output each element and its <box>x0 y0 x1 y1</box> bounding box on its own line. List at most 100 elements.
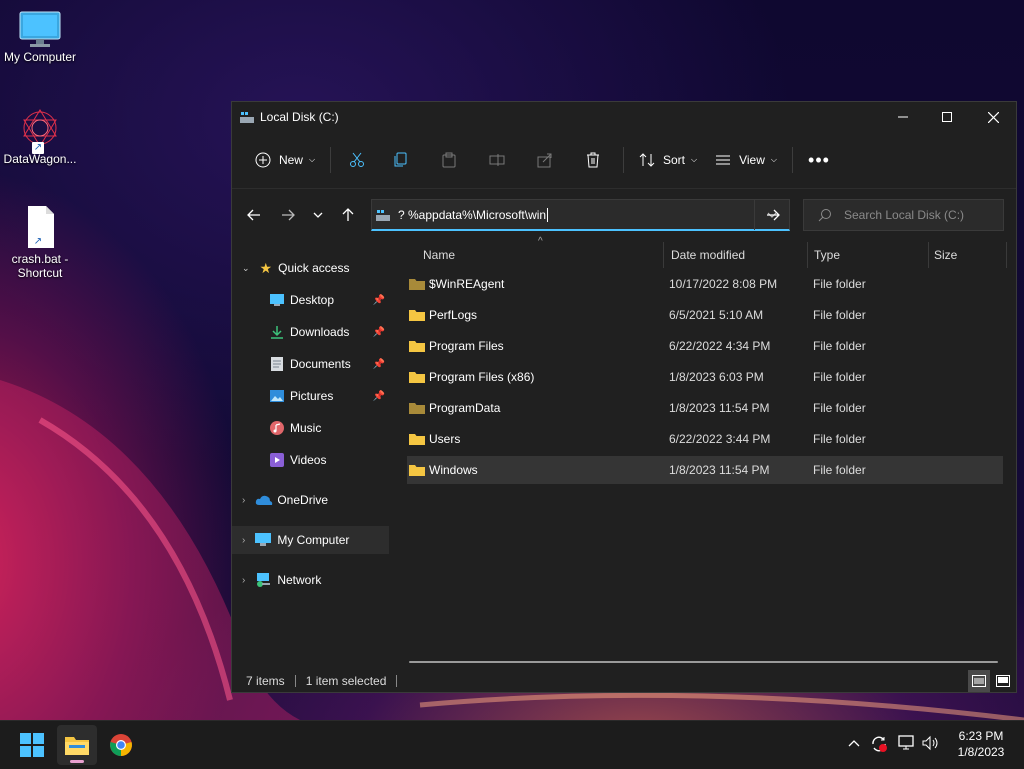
view-button[interactable]: View ⌵ <box>706 144 786 176</box>
pictures-icon <box>270 390 284 402</box>
file-name: $WinREAgent <box>429 277 505 291</box>
file-name-cell: Program Files <box>409 332 659 360</box>
sidebar-item-network[interactable]: › Network <box>232 566 389 594</box>
file-explorer-window: Local Disk (C:) New ⌵ Sort ⌵ View ⌵ ••• … <box>231 101 1017 693</box>
go-button[interactable] <box>757 199 789 231</box>
forward-button[interactable] <box>274 199 302 231</box>
show-hidden-icons-button[interactable] <box>846 735 862 751</box>
file-row[interactable]: PerfLogs 6/5/2021 5:10 AM File folder <box>407 301 1003 329</box>
drive-icon <box>240 112 254 123</box>
sidebar-item-music[interactable]: Music <box>232 414 389 442</box>
sort-icon <box>639 153 655 167</box>
file-type: File folder <box>813 432 866 446</box>
maximize-button[interactable] <box>924 102 970 132</box>
column-divider[interactable] <box>1006 242 1007 268</box>
folder-icon <box>65 737 89 755</box>
windows-logo-icon <box>20 733 44 757</box>
folder-icon <box>409 434 425 445</box>
cut-button[interactable] <box>337 144 377 176</box>
tiles-view-icon <box>996 675 1010 687</box>
start-button[interactable] <box>12 725 52 765</box>
taskbar-file-explorer[interactable] <box>57 725 97 765</box>
desktop-icon-crash-bat[interactable]: ↗ crash.bat - Shortcut <box>0 204 80 280</box>
desktop-icon-label: My Computer <box>3 50 77 64</box>
up-button[interactable] <box>334 199 362 231</box>
folder-icon <box>409 372 425 383</box>
tiles-view-button[interactable] <box>992 670 1014 692</box>
details-view-button[interactable] <box>968 670 990 692</box>
desktop-icon <box>270 294 284 306</box>
copy-button[interactable] <box>377 144 425 176</box>
taskbar-chrome[interactable] <box>101 725 141 765</box>
rename-icon <box>489 154 505 166</box>
file-type: File folder <box>813 370 866 384</box>
file-name-cell: ProgramData <box>409 394 659 422</box>
address-input[interactable]: ? %appdata%\Microsoft\win <box>398 208 546 222</box>
text-cursor <box>547 207 549 222</box>
active-indicator <box>70 760 84 763</box>
title-bar[interactable]: Local Disk (C:) <box>232 102 1016 132</box>
sidebar-item-desktop[interactable]: Desktop 📌 <box>232 286 389 314</box>
pin-icon: 📌 <box>372 358 385 370</box>
back-button[interactable] <box>240 199 268 231</box>
file-row[interactable]: Program Files 6/22/2022 4:34 PM File folde… <box>407 332 1003 360</box>
file-row[interactable]: $WinREAgent 10/17/2022 8:08 PM File folder <box>407 270 1003 298</box>
horizontal-scrollbar[interactable] <box>409 661 998 663</box>
desktop-icon-label: DataWagon... <box>3 152 77 166</box>
sync-error-icon <box>872 736 887 752</box>
chevron-down-icon: ⌵ <box>770 155 777 164</box>
column-divider[interactable] <box>928 242 929 268</box>
sidebar-item-onedrive[interactable]: › OneDrive <box>232 486 389 514</box>
sidebar-item-quick-access[interactable]: ⌄ ★ Quick access <box>232 254 389 282</box>
new-button[interactable]: New ⌵ <box>246 144 324 176</box>
column-label: Type <box>814 248 841 262</box>
document-icon <box>271 357 283 371</box>
file-row[interactable]: Program Files (x86) 1/8/2023 6:03 PM File … <box>407 363 1003 391</box>
volume-tray-icon[interactable] <box>922 735 940 753</box>
sync-tray-icon[interactable] <box>870 735 888 753</box>
share-button[interactable] <box>521 144 569 176</box>
file-name-cell: $WinREAgent <box>409 270 659 298</box>
delete-button[interactable] <box>569 144 617 176</box>
sidebar-item-my-computer[interactable]: › My Computer <box>232 526 389 554</box>
file-type: File folder <box>813 308 866 322</box>
file-row[interactable]: ProgramData 1/8/2023 11:54 PM File folder <box>407 394 1003 422</box>
column-header-name[interactable]: Name <box>423 240 663 270</box>
pin-icon: 📌 <box>372 294 385 306</box>
column-header-type[interactable]: Type <box>814 240 928 270</box>
sort-button[interactable]: Sort ⌵ <box>630 144 706 176</box>
minimize-button[interactable] <box>880 102 926 132</box>
content-area: ⌄ ★ Quick access Desktop 📌 Downloads 📌 D… <box>232 236 1016 670</box>
recent-locations-button[interactable] <box>306 199 330 231</box>
address-bar[interactable]: ? %appdata%\Microsoft\win <box>371 199 790 231</box>
sidebar-item-videos[interactable]: Videos <box>232 446 389 474</box>
column-header-date[interactable]: Date modified <box>671 240 807 270</box>
rename-button[interactable] <box>473 144 521 176</box>
status-bar: 7 items 1 item selected <box>232 670 1016 692</box>
search-box[interactable]: Search Local Disk (C:) <box>803 199 1004 231</box>
close-button[interactable] <box>970 102 1016 132</box>
column-header-size[interactable]: Size <box>934 240 1004 270</box>
desktop-icon-my-computer[interactable]: My Computer <box>0 10 80 64</box>
toolbar-separator <box>623 147 624 173</box>
clock[interactable]: 6:23 PM 1/8/2023 <box>948 728 1014 760</box>
folder-icon <box>409 465 425 476</box>
file-row[interactable]: Windows 1/8/2023 11:54 PM File folder <box>407 456 1003 484</box>
sidebar-item-downloads[interactable]: Downloads 📌 <box>232 318 389 346</box>
clock-date: 1/8/2023 <box>957 745 1005 759</box>
desktop-icon-label-line2: Shortcut <box>17 266 63 280</box>
column-divider[interactable] <box>807 242 808 268</box>
paste-button[interactable] <box>425 144 473 176</box>
desktop-icon-datawagon[interactable]: ↗ DataWagon... <box>0 106 80 166</box>
file-type: File folder <box>813 401 866 415</box>
file-name: Program Files (x86) <box>429 370 535 384</box>
sidebar-item-documents[interactable]: Documents 📌 <box>232 350 389 378</box>
sidebar-item-pictures[interactable]: Pictures 📌 <box>232 382 389 410</box>
file-row[interactable]: Users 6/22/2022 3:44 PM File folder <box>407 425 1003 453</box>
column-divider[interactable] <box>663 242 664 268</box>
file-name: Windows <box>429 463 478 477</box>
network-tray-icon[interactable] <box>898 735 916 753</box>
column-label: Date modified <box>671 248 746 262</box>
more-options-icon[interactable]: ••• <box>799 144 839 176</box>
file-type: File folder <box>813 339 866 353</box>
